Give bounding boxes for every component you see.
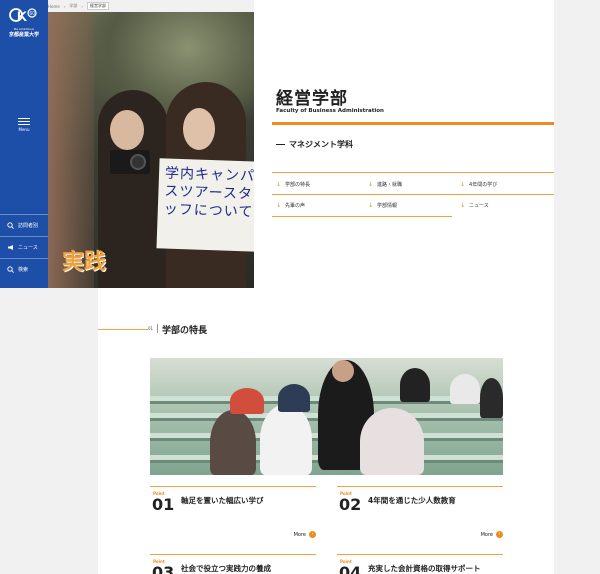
hero-photo: 学内キャンパスツアースタッフについて 実践 <box>48 12 254 288</box>
point-card[interactable]: Point 04 充実した会計資格の取得サポート <box>337 554 503 574</box>
point-card[interactable]: Point 03 社会で役立つ実践力の養成 <box>150 554 316 574</box>
point-number: 04 <box>339 563 362 574</box>
nav-link-careers[interactable]: ↓ 進路・就職 <box>368 181 402 188</box>
classroom-photo <box>150 358 503 475</box>
search-icon <box>7 266 14 273</box>
arrow-down-icon: ↓ <box>368 202 374 209</box>
arrow-down-icon: ↓ <box>276 181 282 188</box>
sidebar-link-news[interactable]: ニュース <box>0 236 48 258</box>
divider <box>272 122 554 125</box>
breadcrumb-faculty[interactable]: 学部 <box>69 3 77 9</box>
hero-caption: 実践 <box>62 250 107 275</box>
page-title: 経営学部 <box>276 89 348 109</box>
features-section: 01 学部の特長 Point 01 軸足を置いた幅広い学び More › Poin… <box>98 288 554 574</box>
sidebar: K 60 Be Ambitious 京都産業大学 Menu 訪問者別 ニュース … <box>0 0 48 288</box>
arrow-down-icon: ↓ <box>368 181 374 188</box>
section-number: 01 <box>148 326 154 331</box>
point-card[interactable]: Point 01 軸足を置いた幅広い学び More › <box>150 486 316 538</box>
page-title-en: Faculty of Business Administration <box>276 108 384 114</box>
menu-button[interactable]: Menu <box>0 116 48 138</box>
point-card[interactable]: Point 02 4年間を通じた少人数教育 More › <box>337 486 503 538</box>
sidebar-link-label: ニュース <box>18 245 38 251</box>
nav-link-curriculum[interactable]: ↓ 4年間の学び <box>460 181 497 188</box>
sidebar-link-visitors[interactable]: 訪問者別 <box>0 214 48 236</box>
sidebar-link-label: 検索 <box>18 267 29 273</box>
section-title: 学部の特長 <box>162 326 208 336</box>
svg-text:60: 60 <box>30 11 36 17</box>
major-heading: マネジメント学科 <box>276 139 353 150</box>
nav-link-news[interactable]: ↓ ニュース <box>460 202 489 209</box>
point-text: 社会で役立つ実践力の養成 <box>181 564 271 573</box>
handwritten-board: 学内キャンパスツアースタッフについて <box>156 158 254 252</box>
point-text: 軸足を置いた幅広い学び <box>181 496 264 505</box>
nav-link-info[interactable]: ↓ 学部情報 <box>368 202 397 209</box>
university-logo[interactable]: K 60 <box>8 6 40 28</box>
breadcrumb: Home › 学部 › 経営学部 <box>48 2 113 10</box>
nav-link-voices[interactable]: ↓ 先輩の声 <box>276 202 305 209</box>
svg-text:K: K <box>17 8 27 24</box>
sidebar-link-search[interactable]: 検索 <box>0 258 48 280</box>
sidebar-link-label: 訪問者別 <box>18 223 39 229</box>
faculty-header: 経営学部 Faculty of Business Administration … <box>254 0 554 288</box>
point-number: 01 <box>152 495 175 514</box>
point-number: 03 <box>152 563 175 574</box>
menu-label: Menu <box>18 127 30 132</box>
arrow-down-icon: ↓ <box>460 202 466 209</box>
more-link[interactable]: More › <box>294 531 316 538</box>
logo-name: 京都産業大学 <box>8 32 39 38</box>
hamburger-icon <box>18 118 30 119</box>
point-text: 充実した会計資格の取得サポート <box>368 564 481 573</box>
breadcrumb-home[interactable]: Home <box>48 4 60 9</box>
arrow-down-icon: ↓ <box>460 181 466 188</box>
arrow-right-icon: › <box>309 531 316 538</box>
point-number: 02 <box>339 495 362 514</box>
breadcrumb-current: 経営学部 <box>87 2 110 10</box>
nav-link-features[interactable]: ↓ 学部の特長 <box>276 181 310 188</box>
arrow-right-icon: › <box>496 531 503 538</box>
logo-icon: K 60 <box>9 8 37 24</box>
search-icon <box>7 222 14 229</box>
arrow-down-icon: ↓ <box>276 202 282 209</box>
megaphone-icon <box>7 244 14 251</box>
point-text: 4年間を通じた少人数教育 <box>368 496 456 505</box>
more-link[interactable]: More › <box>481 531 503 538</box>
